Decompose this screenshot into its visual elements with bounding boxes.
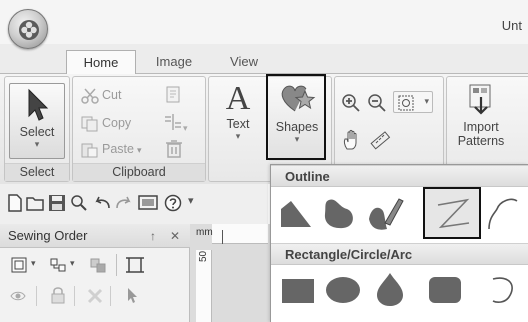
import-label-line2: Patterns bbox=[457, 134, 505, 148]
shapes-button-highlight bbox=[266, 74, 326, 160]
chevron-down-icon: ▾ bbox=[235, 131, 241, 141]
open-folder-icon[interactable] bbox=[26, 194, 46, 212]
measure-ruler-icon[interactable] bbox=[369, 129, 391, 151]
tab-view[interactable]: View bbox=[214, 50, 274, 74]
page-copy-icon[interactable] bbox=[163, 85, 183, 105]
polygon-shape-icon[interactable] bbox=[279, 199, 313, 229]
cursor-arrow-icon[interactable] bbox=[126, 286, 140, 304]
shapes-gallery-dropdown: Outline Rectangle/Circle/Arc bbox=[270, 164, 528, 322]
chevron-down-icon: ▾ bbox=[424, 96, 429, 106]
application-menu-button[interactable] bbox=[8, 9, 48, 49]
save-icon[interactable] bbox=[48, 194, 66, 212]
pin-icon[interactable]: ↑ bbox=[150, 224, 156, 248]
delete-icon[interactable] bbox=[165, 139, 183, 159]
rectangle-section-heading: Rectangle/Circle/Arc bbox=[271, 243, 528, 265]
lock-icon[interactable] bbox=[50, 286, 66, 304]
horizontal-ruler: mm bbox=[196, 224, 268, 244]
ellipse-shape-icon[interactable] bbox=[325, 275, 361, 305]
app-logo-icon bbox=[19, 20, 39, 40]
curve-line-shape-icon[interactable] bbox=[485, 195, 521, 233]
clipboard-group: Cut Copy Paste ▾ ▾ Clipboard bbox=[72, 76, 206, 182]
zigzag-line-icon bbox=[437, 198, 470, 229]
sewing-order-title: Sewing Order bbox=[8, 228, 88, 243]
toolbar-divider bbox=[74, 286, 75, 306]
import-patterns-icon bbox=[469, 84, 491, 115]
copy-label: Copy bbox=[102, 116, 132, 130]
chevron-down-icon[interactable]: ▾ bbox=[70, 258, 75, 269]
rounded-rectangle-shape-icon[interactable] bbox=[427, 275, 463, 305]
print-preview-icon[interactable] bbox=[70, 194, 88, 212]
freehand-brush-shape-icon[interactable] bbox=[365, 195, 405, 233]
cursor-arrow-icon bbox=[28, 88, 49, 121]
order-view-icon[interactable] bbox=[10, 256, 30, 274]
text-button[interactable]: A Text ▾ bbox=[213, 81, 263, 157]
customize-toolbar-chevron-icon[interactable]: ▾ bbox=[188, 194, 194, 207]
import-patterns-button[interactable]: Import Patterns bbox=[451, 81, 511, 161]
pan-hand-icon[interactable] bbox=[341, 129, 363, 151]
select-button[interactable]: Select ▾ bbox=[9, 83, 65, 159]
tab-image[interactable]: Image bbox=[142, 50, 206, 74]
arrange-icon bbox=[165, 114, 181, 130]
window-title: Unt bbox=[501, 18, 522, 33]
chevron-down-icon: ▾ bbox=[136, 145, 142, 155]
cut-button[interactable]: Cut bbox=[81, 85, 121, 105]
paste-button[interactable]: Paste ▾ bbox=[81, 139, 142, 159]
title-bar: Unt bbox=[0, 0, 528, 49]
new-file-icon[interactable] bbox=[6, 194, 24, 212]
sewing-order-header: Sewing Order bbox=[0, 224, 190, 248]
ruler-unit: mm bbox=[196, 227, 213, 238]
import-label-line1: Import bbox=[463, 120, 499, 134]
copy-icon bbox=[81, 116, 98, 132]
blob-shape-icon[interactable] bbox=[321, 197, 357, 231]
droplet-shape-icon[interactable] bbox=[375, 271, 405, 307]
ribbon-tab-row: Home Image View bbox=[0, 44, 528, 75]
clipboard-group-label: Clipboard bbox=[73, 163, 205, 181]
sewing-order-panel: Sewing Order ↑ ✕ ▾ ▾ bbox=[0, 224, 190, 322]
undo-icon[interactable] bbox=[92, 194, 112, 212]
quick-access-toolbar: ▾ bbox=[0, 184, 268, 224]
select-group-label: Select bbox=[5, 163, 69, 181]
select-button-label: Select bbox=[19, 125, 55, 139]
ruler-vertical-label: 50 bbox=[198, 250, 209, 262]
tab-home[interactable]: Home bbox=[66, 50, 136, 75]
scissors-icon bbox=[81, 88, 99, 104]
paste-icon bbox=[81, 143, 98, 158]
frame-icon[interactable] bbox=[124, 256, 146, 274]
zoom-in-icon[interactable] bbox=[341, 93, 361, 113]
color-order-icon[interactable] bbox=[88, 256, 108, 274]
zigzag-line-shape-button[interactable] bbox=[423, 187, 481, 239]
arc-shape-icon[interactable] bbox=[481, 273, 521, 307]
arrange-button[interactable]: ▾ bbox=[163, 113, 188, 134]
chevron-down-icon[interactable]: ▾ bbox=[31, 258, 36, 269]
visibility-eye-icon[interactable] bbox=[10, 288, 26, 304]
zoom-out-icon[interactable] bbox=[367, 93, 387, 113]
chevron-down-icon: ▾ bbox=[34, 139, 40, 149]
paste-label: Paste bbox=[102, 142, 134, 156]
text-button-label: Text bbox=[226, 117, 250, 131]
toolbar-divider bbox=[110, 286, 111, 306]
select-group: Select ▾ Select bbox=[4, 76, 70, 182]
zoom-fit-icon bbox=[398, 95, 414, 111]
zoom-dropdown[interactable]: ▾ bbox=[393, 91, 433, 113]
screen-view-icon[interactable] bbox=[138, 194, 158, 212]
text-glyph-icon: A bbox=[225, 80, 251, 117]
outline-section-heading: Outline bbox=[271, 165, 528, 187]
close-icon[interactable]: ✕ bbox=[170, 224, 180, 248]
rectangle-shape-icon[interactable] bbox=[281, 277, 315, 305]
vertical-ruler: 50 bbox=[196, 250, 212, 322]
ruler-tick bbox=[222, 230, 223, 244]
delete-x-icon[interactable] bbox=[86, 288, 104, 304]
help-icon[interactable] bbox=[164, 194, 182, 212]
copy-button[interactable]: Copy bbox=[81, 113, 131, 133]
toolbar-divider bbox=[36, 286, 37, 306]
redo-icon[interactable] bbox=[114, 194, 134, 212]
toolbar-divider bbox=[116, 254, 117, 276]
group-order-icon[interactable] bbox=[48, 256, 68, 274]
cut-label: Cut bbox=[102, 88, 122, 102]
